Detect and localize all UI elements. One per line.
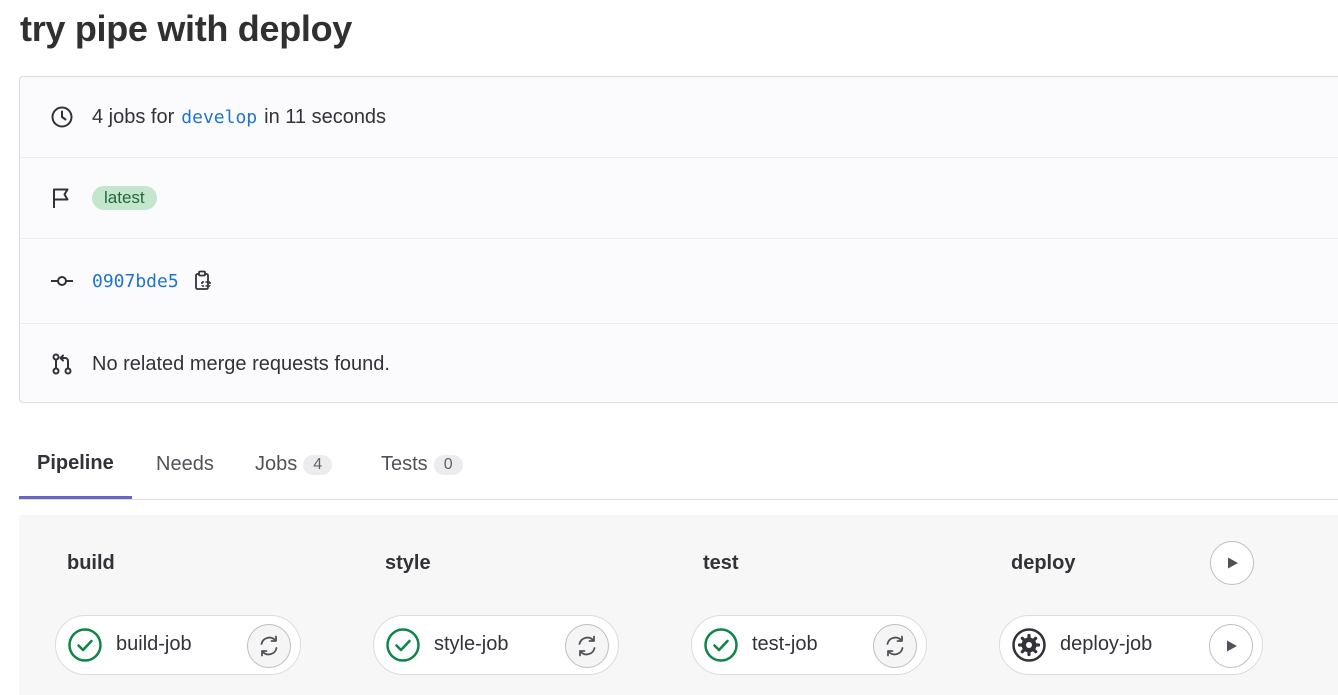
job-style[interactable]: style-job bbox=[373, 615, 619, 675]
tab-pipeline[interactable]: Pipeline bbox=[19, 430, 132, 499]
job-deploy[interactable]: deploy-job bbox=[999, 615, 1263, 675]
job-name: build-job bbox=[116, 633, 192, 655]
page-title: try pipe with deploy bbox=[20, 8, 353, 49]
play-icon[interactable] bbox=[1209, 624, 1253, 668]
stage-title-deploy: deploy bbox=[1011, 552, 1076, 574]
pipeline-tabs: Pipeline Needs Jobs 4 Tests 0 bbox=[19, 430, 1338, 500]
jobs-count-text: 4 jobs for bbox=[92, 105, 175, 128]
stage-title-style: style bbox=[385, 552, 431, 574]
retry-icon[interactable] bbox=[873, 624, 917, 668]
merge-requests-text: No related merge requests found. bbox=[92, 352, 390, 375]
check-circle-icon bbox=[68, 628, 102, 662]
retry-icon[interactable] bbox=[247, 624, 291, 668]
job-name: deploy-job bbox=[1060, 633, 1153, 655]
tab-tests-label: Tests bbox=[381, 453, 428, 475]
tab-pipeline-label: Pipeline bbox=[37, 451, 114, 474]
job-name: style-job bbox=[434, 633, 509, 655]
job-build[interactable]: build-job bbox=[55, 615, 301, 675]
tag-row: latest bbox=[20, 158, 1338, 239]
merge-request-row: No related merge requests found. bbox=[20, 324, 1338, 404]
duration-row: 4 jobs for develop in 11 seconds bbox=[20, 77, 1338, 158]
branch-link[interactable]: develop bbox=[181, 107, 257, 128]
jobs-count-badge: 4 bbox=[303, 454, 333, 475]
gear-icon bbox=[1012, 628, 1046, 662]
commit-icon bbox=[50, 269, 74, 293]
clipboard-icon[interactable] bbox=[193, 270, 213, 292]
clock-icon bbox=[50, 105, 74, 129]
tab-needs[interactable]: Needs bbox=[156, 430, 214, 499]
job-test[interactable]: test-job bbox=[691, 615, 927, 675]
pipeline-graph: build build-job style style-job test tes… bbox=[19, 515, 1338, 695]
tab-tests[interactable]: Tests 0 bbox=[381, 430, 463, 499]
play-icon[interactable] bbox=[1210, 541, 1254, 585]
pipeline-summary: 4 jobs for develop in 11 seconds latest … bbox=[19, 76, 1338, 403]
duration-text: in 11 seconds bbox=[264, 105, 387, 128]
tab-jobs[interactable]: Jobs 4 bbox=[255, 430, 333, 499]
check-circle-icon bbox=[386, 628, 420, 662]
stage-title-build: build bbox=[67, 552, 115, 574]
commit-row: 0907bde5 bbox=[20, 239, 1338, 324]
tests-count-badge: 0 bbox=[433, 454, 463, 475]
job-name: test-job bbox=[752, 633, 818, 655]
tab-jobs-label: Jobs bbox=[255, 453, 298, 475]
merge-request-icon bbox=[50, 352, 74, 376]
stage-title-test: test bbox=[703, 552, 739, 574]
check-circle-icon bbox=[704, 628, 738, 662]
commit-sha-link[interactable]: 0907bde5 bbox=[92, 271, 179, 292]
latest-badge: latest bbox=[92, 186, 157, 210]
retry-icon[interactable] bbox=[565, 624, 609, 668]
tab-needs-label: Needs bbox=[156, 453, 214, 475]
flag-icon bbox=[50, 186, 74, 210]
